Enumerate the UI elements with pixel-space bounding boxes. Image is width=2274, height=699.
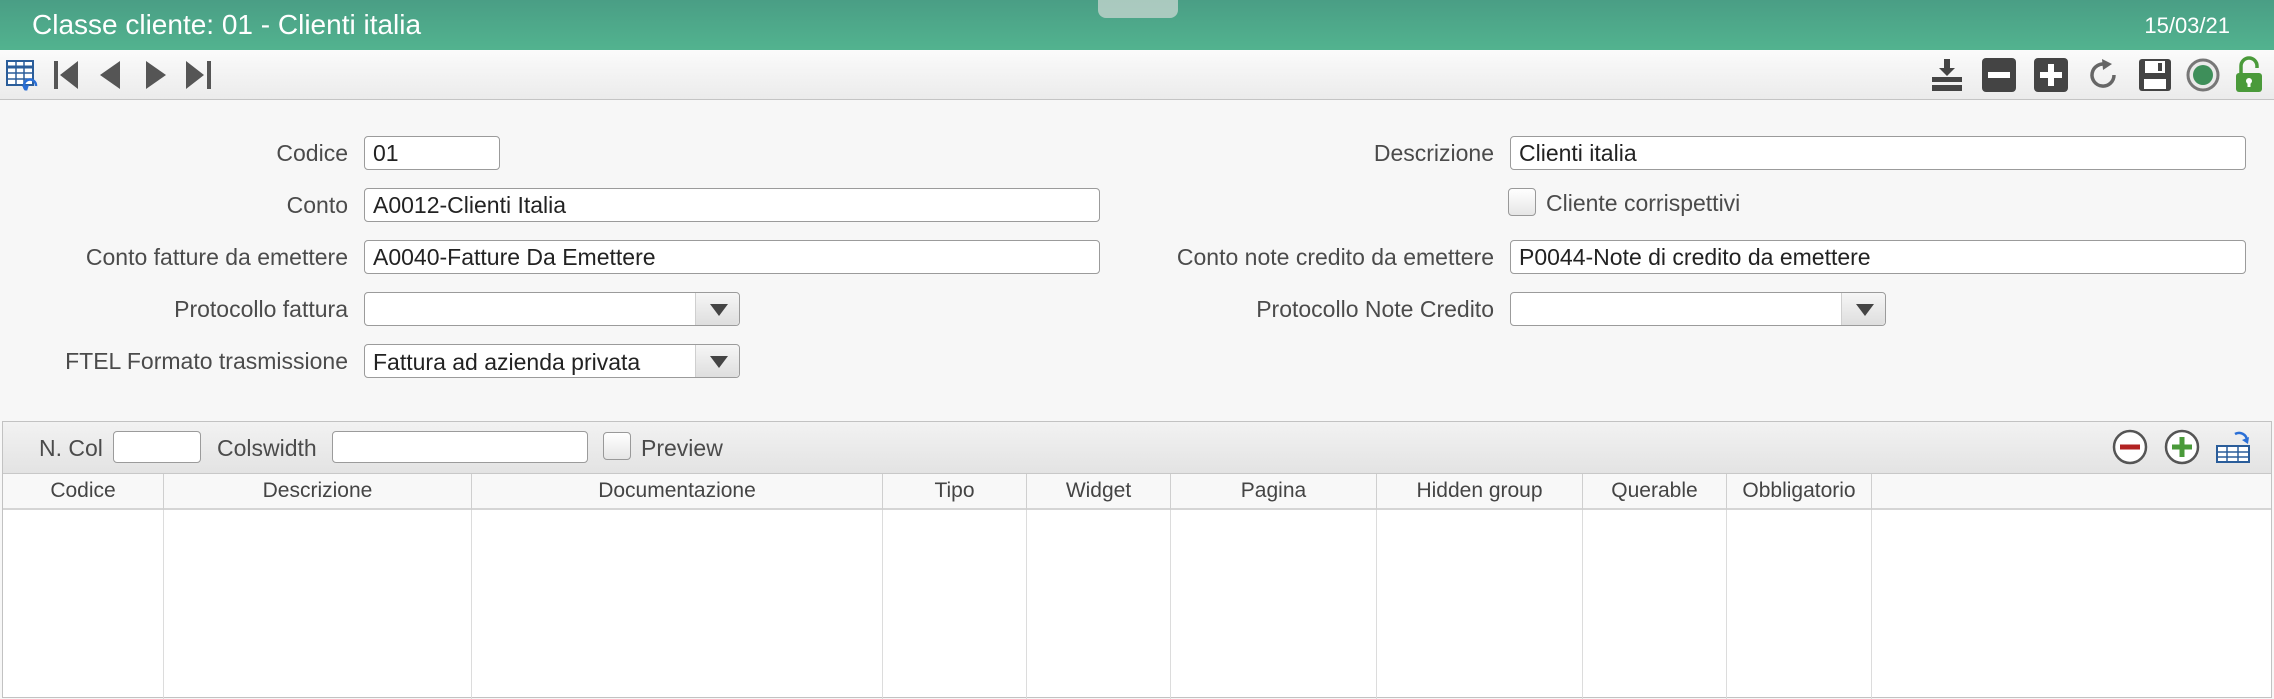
grid-refresh-icon[interactable] bbox=[4, 56, 42, 94]
grid-refresh-icon[interactable] bbox=[2215, 428, 2253, 466]
column-divider bbox=[471, 510, 472, 699]
colswidth-label: Colswidth bbox=[217, 435, 317, 461]
ncol-field[interactable] bbox=[113, 431, 201, 463]
chevron-down-icon[interactable] bbox=[695, 293, 739, 325]
remove-row-icon[interactable] bbox=[2111, 428, 2149, 466]
column-header-documentazione[interactable]: Documentazione bbox=[472, 474, 883, 510]
remove-icon[interactable] bbox=[1980, 56, 2018, 94]
window-date: 15/03/21 bbox=[2144, 13, 2230, 38]
save-icon[interactable] bbox=[2136, 56, 2174, 94]
conto-note-label: Conto note credito da emettere bbox=[1176, 244, 1494, 270]
column-header-hidden-group[interactable]: Hidden group bbox=[1377, 474, 1583, 510]
last-record-icon[interactable] bbox=[180, 56, 218, 94]
column-divider bbox=[1871, 510, 1872, 699]
cliente-corrispettivi-checkbox[interactable] bbox=[1508, 188, 1536, 216]
column-divider bbox=[882, 510, 883, 699]
protocollo-note-label: Protocollo Note Credito bbox=[1256, 296, 1494, 322]
toolbar bbox=[0, 50, 2274, 100]
add-icon[interactable] bbox=[2032, 56, 2070, 94]
conto-fatture-field[interactable] bbox=[364, 240, 1100, 274]
ftel-select[interactable]: Fattura ad azienda privata bbox=[364, 344, 740, 378]
column-header-pagina[interactable]: Pagina bbox=[1171, 474, 1377, 510]
status-icon[interactable] bbox=[2184, 56, 2222, 94]
conto-label: Conto bbox=[286, 192, 348, 218]
columns-grid-panel: N. Col Colswidth Preview Codice Descrizi… bbox=[2, 421, 2272, 699]
first-record-icon[interactable] bbox=[48, 56, 86, 94]
protocollo-note-select[interactable] bbox=[1510, 292, 1886, 326]
chevron-down-icon[interactable] bbox=[1841, 293, 1885, 325]
column-divider bbox=[1726, 510, 1727, 699]
previous-record-icon[interactable] bbox=[92, 56, 130, 94]
column-divider bbox=[1582, 510, 1583, 699]
preview-label: Preview bbox=[641, 435, 723, 461]
grid-header: Codice Descrizione Documentazione Tipo W… bbox=[3, 474, 2271, 510]
next-record-icon[interactable] bbox=[136, 56, 174, 94]
colswidth-field[interactable] bbox=[332, 431, 588, 463]
title-bar: Classe cliente: 01 - Clienti italia 15/0… bbox=[0, 0, 2274, 50]
conto-field[interactable] bbox=[364, 188, 1100, 222]
descrizione-field[interactable] bbox=[1510, 136, 2246, 170]
archive-icon[interactable] bbox=[1928, 56, 1966, 94]
chevron-down-icon[interactable] bbox=[695, 345, 739, 377]
cliente-corrispettivi-label: Cliente corrispettivi bbox=[1546, 190, 1741, 216]
add-row-icon[interactable] bbox=[2163, 428, 2201, 466]
column-header-tipo[interactable]: Tipo bbox=[883, 474, 1027, 510]
conto-note-field[interactable] bbox=[1510, 240, 2246, 274]
column-divider bbox=[1170, 510, 1171, 699]
protocollo-fattura-select[interactable] bbox=[364, 292, 740, 326]
ftel-label: FTEL Formato trasmissione bbox=[65, 348, 348, 374]
drag-handle[interactable] bbox=[1098, 0, 1178, 18]
grid-toolbar: N. Col Colswidth Preview bbox=[3, 422, 2271, 474]
conto-fatture-label: Conto fatture da emettere bbox=[85, 244, 348, 270]
codice-label: Codice bbox=[276, 140, 348, 166]
column-divider bbox=[163, 510, 164, 699]
codice-field[interactable] bbox=[364, 136, 500, 170]
column-header-obbligatorio[interactable]: Obbligatorio bbox=[1727, 474, 1872, 510]
ftel-value: Fattura ad azienda privata bbox=[373, 349, 641, 375]
column-divider bbox=[1026, 510, 1027, 699]
preview-checkbox[interactable] bbox=[603, 432, 631, 460]
column-header-descrizione[interactable]: Descrizione bbox=[164, 474, 472, 510]
column-header-codice[interactable]: Codice bbox=[3, 474, 164, 510]
descrizione-label: Descrizione bbox=[1373, 140, 1494, 166]
window-title: Classe cliente: 01 - Clienti italia bbox=[32, 9, 422, 40]
column-header-querable[interactable]: Querable bbox=[1583, 474, 1727, 510]
column-header-widget[interactable]: Widget bbox=[1027, 474, 1171, 510]
lock-open-icon[interactable] bbox=[2230, 56, 2268, 94]
ncol-label: N. Col bbox=[39, 435, 103, 461]
refresh-icon[interactable] bbox=[2084, 56, 2122, 94]
protocollo-fattura-label: Protocollo fattura bbox=[174, 296, 348, 322]
column-divider bbox=[1376, 510, 1377, 699]
